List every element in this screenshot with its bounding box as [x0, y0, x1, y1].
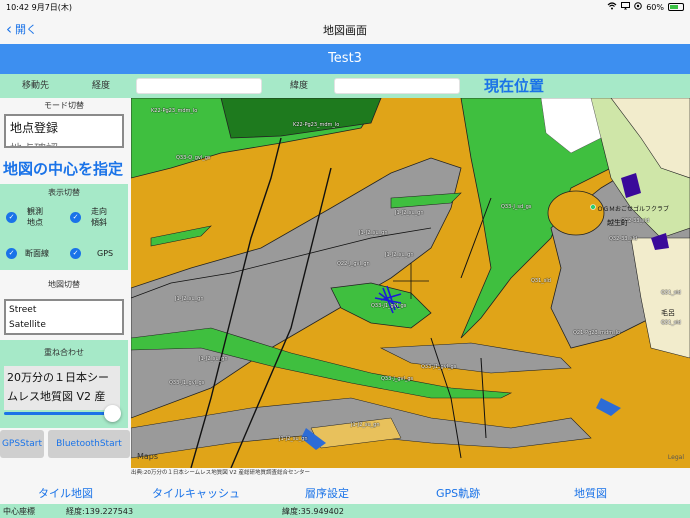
checkmark-icon: ✓	[6, 211, 17, 223]
left-panel: モード切替 地点登録 地点確認 地図の中心を指定 表示切替 ✓ 観測地点 ✓ 走…	[0, 98, 131, 468]
app-root: 10:42 9月7日(木) 60% ‹ 開く 地図画面 Test3 移動先 経度	[0, 0, 690, 518]
mode-picker[interactable]: 地点登録 地点確認	[4, 114, 124, 148]
geo-unit-label: J1-J2_su_gn	[359, 230, 388, 236]
battery-icon	[668, 3, 684, 11]
screen-mirror-icon	[621, 2, 631, 12]
tab-gps-track[interactable]: GPS軌跡	[436, 485, 480, 501]
toggle-label-line1: 観測	[27, 207, 43, 216]
geo-unit-label: Q21-Pg23_mdm_lo	[573, 330, 621, 336]
geo-unit-label: J1-J2_su_gn	[279, 436, 308, 442]
overlay-title: 重ね合わせ	[44, 348, 84, 357]
tab-stratigraphy[interactable]: 層序設定	[305, 485, 349, 501]
status-date: 9月7日(木)	[31, 3, 73, 12]
center-coord-label: 中心座標	[3, 507, 35, 516]
latitude-input[interactable]	[334, 78, 460, 94]
map-type-street[interactable]: Street	[6, 301, 122, 317]
display-switch-title: 表示切替	[48, 188, 80, 197]
geo-unit-label: J1-J2_su_gn	[395, 210, 424, 216]
geo-unit-label: Q32-33_sld	[609, 236, 638, 242]
center-longitude: 経度:139.227543	[66, 507, 134, 516]
navigation-bar: ‹ 開く 地図画面	[0, 14, 690, 44]
location-icon	[634, 2, 643, 12]
geo-unit-label: Q31_sld	[661, 290, 681, 296]
bluetooth-start-button[interactable]: BluetoothStart	[48, 430, 130, 458]
status-time: 10:42 9月7日(木)	[6, 2, 72, 13]
move-to-label: 移動先	[22, 81, 50, 91]
geo-unit-label: Q31_sld	[531, 278, 551, 284]
gps-start-button[interactable]: GPSStart	[0, 430, 44, 458]
opacity-slider-track[interactable]	[4, 412, 116, 415]
checkmark-icon: ✓	[6, 248, 17, 259]
maps-logo-text: Maps	[137, 452, 159, 461]
town-label: 毛呂	[661, 309, 675, 317]
project-title-bar: Test3	[0, 44, 690, 74]
geo-unit-label: Q22-J_gvl_gn	[337, 261, 370, 267]
maps-logo: Maps	[137, 452, 158, 461]
poi-label: ＯＧＭおごせゴルフクラブ	[597, 206, 670, 213]
mode-switch-title: モード切替	[44, 101, 84, 110]
bottom-tab-bar: タイル地図 タイルキャッシュ 層序設定 GPS軌跡 地質図	[0, 480, 690, 504]
page-title: 地図画面	[323, 24, 367, 37]
battery-percent: 60%	[646, 2, 664, 12]
longitude-input[interactable]	[136, 78, 262, 94]
toggle-section-line[interactable]: ✓ 断面線	[6, 248, 49, 259]
geo-unit-label: K22-Pg23_mdm_lo	[151, 108, 198, 114]
geology-map-canvas	[131, 98, 690, 468]
geology-map[interactable]: K22-Pg23_mdm_lo K22-Pg23_mdm_lo Q33-Q_gv…	[131, 98, 690, 468]
toggle-label: GPS	[97, 249, 114, 258]
longitude-label: 経度	[92, 81, 111, 91]
center-latitude: 緯度:35.949402	[282, 507, 344, 516]
geo-unit-label: Q33-J_gvl_gs	[381, 376, 414, 382]
geo-unit-label: Q33-J1_gvl_gs	[169, 380, 205, 386]
geo-unit-label: J1-J2_su_gn	[385, 252, 414, 258]
tab-geology-map[interactable]: 地質図	[574, 485, 607, 501]
legal-link[interactable]: Legal	[668, 454, 684, 461]
geo-unit-label: Q33-J1_gvl_gs	[371, 303, 407, 309]
overlay-selected-layer[interactable]: 20万分の１日本シームレス地質図 V2 産	[4, 366, 120, 410]
status-right: 60%	[607, 2, 684, 12]
toggle-label: 観測 地点	[27, 206, 43, 228]
geo-unit-label: J1-J2_su_gn	[351, 422, 380, 428]
toggle-label: 断面線	[25, 249, 49, 258]
map-attribution: 出典:20万分の１日本シームレス地質図 V2 産総研地質調査総合センター	[131, 470, 310, 476]
status-bar: 10:42 9月7日(木) 60%	[0, 0, 690, 14]
display-toggle-box: 表示切替 ✓ 観測地点 ✓ 走向傾斜 ✓ 断面線 ✓ GPS	[0, 184, 128, 270]
latitude-label: 緯度	[290, 81, 309, 91]
geo-unit-label: Q33-J1_gvl_gs	[421, 364, 457, 370]
map-type-picker[interactable]: Street Satellite	[4, 299, 124, 335]
status-clock: 10:42	[6, 3, 30, 12]
checkmark-icon: ✓	[70, 211, 81, 223]
coordinate-row: 移動先 経度 緯度 現在位置	[0, 74, 690, 98]
wifi-icon	[607, 2, 617, 12]
tab-tile-map[interactable]: タイル地図	[38, 485, 93, 501]
toggle-label-line2: 傾斜	[91, 218, 107, 227]
tab-tile-cache[interactable]: タイルキャッシュ	[152, 485, 240, 501]
geo-unit-label: Q33-J_sd_gs	[501, 204, 532, 210]
checkmark-icon: ✓	[70, 248, 81, 259]
map-type-satellite[interactable]: Satellite	[6, 317, 122, 333]
geo-unit-label: J1-J2_su_gn	[175, 296, 204, 302]
mode-option-register[interactable]: 地点登録	[6, 116, 122, 139]
geo-unit-label: J1-J2_su_gn	[199, 356, 228, 362]
set-map-center-button[interactable]: 地図の中心を指定	[3, 158, 123, 179]
toggle-gps[interactable]: ✓ GPS	[70, 248, 113, 259]
opacity-slider-thumb[interactable]	[104, 405, 121, 422]
mode-option-confirm[interactable]: 地点確認	[6, 137, 122, 146]
current-location-button[interactable]: 現在位置	[484, 75, 544, 96]
geo-unit-label: Q33-Q_gvl_gs	[176, 155, 211, 161]
town-label: 越生町	[607, 219, 628, 227]
center-coordinate-footer: 中心座標 経度:139.227543 緯度:35.949402	[0, 504, 690, 518]
toggle-label-line2: 地点	[27, 218, 43, 227]
toggle-observation-point[interactable]: ✓ 観測地点	[6, 206, 43, 228]
toggle-label-line1: 走向	[91, 207, 107, 216]
toggle-strike-dip[interactable]: ✓ 走向傾斜	[70, 206, 107, 228]
map-switch-title: 地図切替	[48, 280, 80, 289]
geo-unit-label: K22-Pg23_mdm_lo	[293, 122, 340, 128]
toggle-label: 走向 傾斜	[91, 206, 107, 228]
geo-unit-label: Q31_sld	[661, 320, 681, 326]
